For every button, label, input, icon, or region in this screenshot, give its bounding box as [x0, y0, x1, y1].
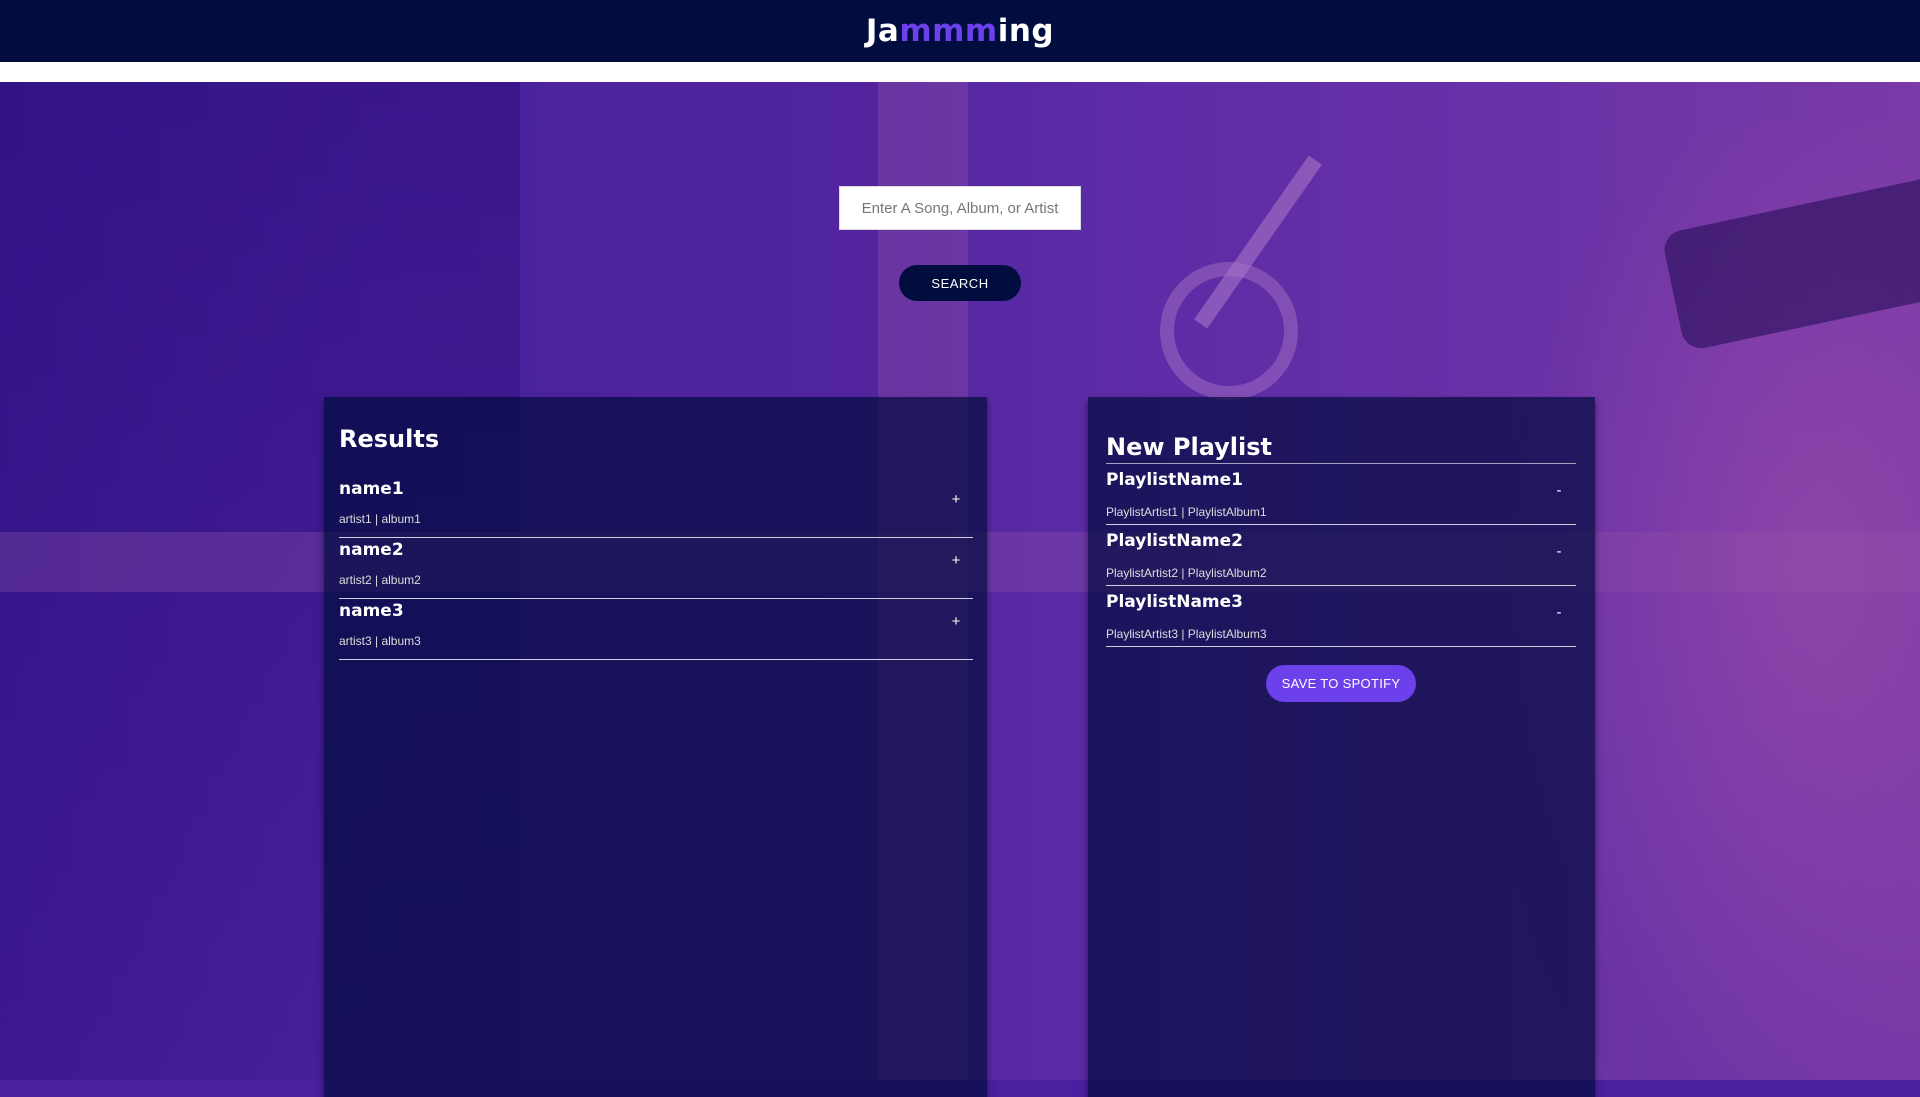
header-bar: Jammming [0, 0, 1920, 62]
track-name: name1 [339, 479, 404, 499]
remove-track-button[interactable]: - [1547, 479, 1571, 503]
add-track-button[interactable]: + [944, 549, 968, 573]
track-info: PlaylistArtist1 | PlaylistAlbum1 [1106, 505, 1267, 519]
logo-part-3: ing [997, 13, 1055, 49]
track-info: artist2 | album2 [339, 573, 421, 587]
search-input[interactable] [839, 186, 1081, 230]
add-track-button[interactable]: + [944, 610, 968, 634]
track-row: name2 artist2 | album2 + [339, 538, 973, 599]
track-name: name2 [339, 540, 404, 560]
add-track-button[interactable]: + [944, 488, 968, 512]
track-name: PlaylistName3 [1106, 592, 1243, 612]
track-info: artist1 | album1 [339, 512, 421, 526]
track-name: PlaylistName2 [1106, 531, 1243, 551]
search-button[interactable]: SEARCH [899, 265, 1021, 301]
playlist-track-row: PlaylistName2 PlaylistArtist2 | Playlist… [1106, 525, 1576, 586]
track-info: artist3 | album3 [339, 634, 421, 648]
track-row: name1 artist1 | album1 + [339, 477, 973, 538]
track-name: name3 [339, 601, 404, 621]
results-panel: Results name1 artist1 | album1 + name2 a… [324, 397, 987, 1097]
app-logo: Jammming [866, 13, 1054, 49]
playlist-track-row: PlaylistName1 PlaylistArtist1 | Playlist… [1106, 464, 1576, 525]
playlist-panel: New Playlist PlaylistName1 PlaylistArtis… [1088, 397, 1595, 1097]
track-info: PlaylistArtist3 | PlaylistAlbum3 [1106, 627, 1267, 641]
results-title: Results [339, 425, 440, 453]
track-row: name3 artist3 | album3 + [339, 599, 973, 660]
playlist-track-row: PlaylistName3 PlaylistArtist3 | Playlist… [1106, 586, 1576, 647]
remove-track-button[interactable]: - [1547, 540, 1571, 564]
logo-part-1: Ja [865, 13, 900, 49]
save-to-spotify-button[interactable]: SAVE TO SPOTIFY [1266, 665, 1416, 702]
playlist-title[interactable]: New Playlist [1106, 433, 1576, 464]
track-name: PlaylistName1 [1106, 470, 1243, 490]
track-info: PlaylistArtist2 | PlaylistAlbum2 [1106, 566, 1267, 580]
remove-track-button[interactable]: - [1547, 601, 1571, 625]
logo-part-2: mmm [899, 13, 998, 49]
header-divider [0, 62, 1920, 82]
